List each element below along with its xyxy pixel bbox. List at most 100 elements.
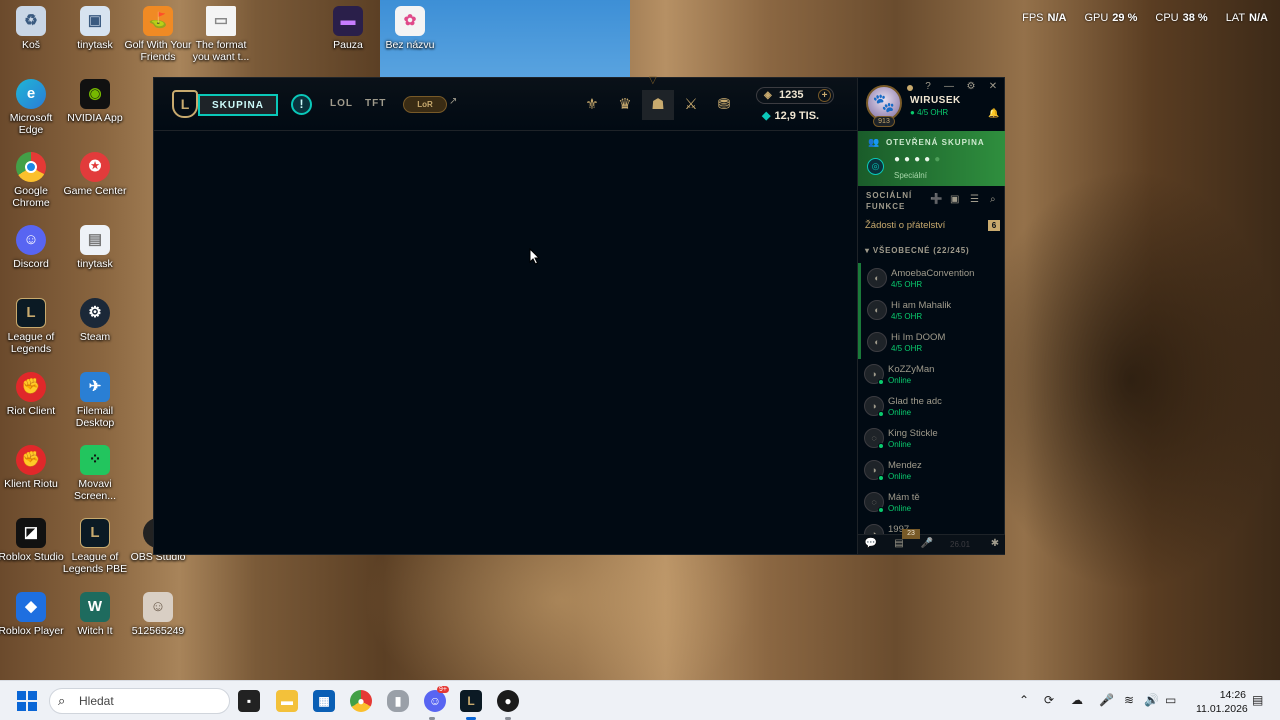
desktop-icon-golf[interactable]: ⛳ Golf With Your Friends [124,6,192,63]
rp-value: 1235 [779,89,804,101]
desktop-icon-lol-pbe[interactable]: L League of Legends PBE [61,518,129,575]
league-logo-icon[interactable]: L [172,90,198,118]
system-clock[interactable]: 14:26 11.01.2026 [1196,688,1248,716]
help-icon[interactable]: ? [922,81,934,92]
witch-it-icon: W [80,592,110,622]
search-placeholder: Hledat [79,694,114,708]
microsoft-store-icon[interactable]: ▦ [313,690,335,712]
desktop-icon-label: League of Legends [7,331,55,355]
online-dot-icon [878,475,884,481]
friend-group-header[interactable]: ▾ VŠEOBECNÉ (22/245) [865,246,970,255]
mouse-app-icon[interactable]: ▮ [387,690,409,712]
buy-rp-button[interactable]: + [818,89,831,102]
desktop-icon-edge[interactable]: e Microsoft Edge [0,79,65,136]
notification-bell-icon[interactable]: 🔔 [988,108,999,119]
friend-status: Online [888,472,912,481]
desktop-icon-pauza[interactable]: ▬ Pauza [314,6,382,51]
volume-icon[interactable]: 🔊 [1144,693,1159,707]
chevron-up-icon[interactable]: ⌃ [1019,693,1029,707]
cloud-icon[interactable]: ☁ [1071,693,1083,707]
messages-icon[interactable]: ▤ [890,538,908,549]
microphone-icon[interactable]: 🎤 [1099,693,1114,707]
desktop-icon-game-center[interactable]: ✪ Game Center [61,152,129,197]
friend-row[interactable]: ◐ Hi am Mahalik 4/5 OHR [858,295,1005,327]
loot-icon[interactable]: ⚔ [675,90,707,120]
desktop-icon-filemail[interactable]: ✈ Filemail Desktop [61,372,129,429]
tinytask-icon: ▣ [80,6,110,36]
notification-icon[interactable]: ▤ [1252,693,1263,707]
image-file-icon: ✿ [395,6,425,36]
desktop-icon-photo[interactable]: ☺ 512565249 [124,592,192,637]
tab-lol[interactable]: LOL [330,98,353,109]
friend-row[interactable]: ◑ Mendez Online [858,455,1005,487]
latency-readout: LAT N/A [1225,12,1268,24]
desktop-icon-movavi[interactable]: ⁘ Movavi Screen... [61,445,129,502]
friend-row[interactable]: ◑ Glad the adc Online [858,391,1005,423]
friend-requests-link[interactable]: Žádosti o přátelství [865,220,945,231]
desktop-icon-roblox-studio[interactable]: ◪ Roblox Studio [0,518,65,563]
obs-taskbar-icon[interactable]: ● [497,690,519,712]
settings-gear-icon[interactable]: ⚙ [965,81,977,92]
close-icon[interactable]: ✕ [987,81,999,92]
bug-report-icon[interactable]: ✱ [986,538,1004,549]
wifi-icon[interactable]: ≋ [1124,693,1134,707]
desktop-icon-tinytask-2[interactable]: ▤ tinytask [61,225,129,270]
minimize-icon[interactable]: — [943,81,955,92]
chat-icon[interactable]: 💬 [862,538,880,549]
store-coins-icon[interactable]: ⛃ [708,90,740,120]
tab-tft[interactable]: TFT [365,98,386,109]
league-taskbar-icon[interactable]: L [460,690,482,712]
desktop-icon-riot-client[interactable]: ✊ Riot Client [0,372,65,417]
desktop-icon-recycle-bin[interactable]: ♻ Koš [0,6,65,51]
collection-icon[interactable]: ☗ [642,90,674,120]
start-windows-icon[interactable] [17,691,37,711]
blue-essence-icon: ◆ [762,110,771,122]
desktop-icon-label: The format you want t... [192,39,250,63]
search-icon[interactable]: ⌕ [990,194,996,205]
online-dot-icon [878,507,884,513]
lor-button[interactable]: LoR [403,96,447,113]
list-view-icon[interactable]: ☰ [970,194,979,205]
desktop-icon-label: tinytask [77,258,113,270]
friend-row[interactable]: ◐ Hi Im DOOM 4/5 OHR [858,327,1005,359]
file-explorer-icon[interactable]: ▬ [276,690,298,712]
desktop-icon-roblox-player[interactable]: ◆ Roblox Player [0,592,65,637]
friend-name: AmoebaConvention [891,268,975,279]
party-button[interactable]: SKUPINA [198,94,278,116]
friend-row[interactable]: ◌ King Stickle Online [858,423,1005,455]
friend-row[interactable]: ◑ 1997 [858,519,1005,534]
taskbar-search[interactable]: ⌕ Hledat [49,688,230,714]
desktop-icon-klient-riotu[interactable]: ✊ Klient Riotu [0,445,65,490]
desktop-icon-nvidia[interactable]: ◉ NVIDIA App [61,79,129,124]
friend-row[interactable]: ◑ KoZZyMan Online [858,359,1005,391]
profile-crest-icon[interactable]: ♛ [609,90,641,120]
add-friend-icon[interactable]: ➕ [930,194,942,205]
desktop-icon-steam[interactable]: ⚙ Steam [61,298,129,343]
lobby-title: OTEVŘENÁ SKUPINA [886,138,985,147]
microphone-icon[interactable]: 🎤 [918,538,936,549]
friend-status: 4/5 OHR [891,312,923,321]
summoner-name[interactable]: WIRUSEK [910,95,961,106]
chrome-taskbar-icon[interactable]: ● [350,690,372,712]
desktop-icon-witch-it[interactable]: W Witch It [61,592,129,637]
desktop-icon-label: Koš [21,39,41,51]
add-folder-icon[interactable]: ▣ [950,194,959,205]
discord-taskbar-icon[interactable]: ☺ [424,690,446,712]
alert-icon[interactable]: ! [291,94,312,115]
desktop-icon-bez-nazvu[interactable]: ✿ Bez názvu [376,6,444,51]
friend-status: Online [888,504,912,513]
task-view-icon[interactable]: ▪ [238,690,260,712]
desktop-icon-league[interactable]: L League of Legends [0,298,65,355]
friend-status: 4/5 OHR [891,344,923,353]
battery-icon[interactable]: ▭ [1165,693,1176,707]
desktop-icon-format-file[interactable]: ▭ The format you want t... [187,6,255,63]
sync-icon[interactable]: ⟳ [1044,693,1054,707]
friend-avatar: ◑ [864,524,884,534]
desktop-icon-tinytask[interactable]: ▣ tinytask [61,6,129,51]
friend-row[interactable]: ◐ AmoebaConvention 4/5 OHR [858,263,1005,295]
friend-row[interactable]: ◌ Mám tě Online [858,487,1005,519]
desktop-icon-discord[interactable]: ☺ Discord [0,225,65,270]
open-party-card[interactable]: 👥 OTEVŘENÁ SKUPINA ◎ ● ● ● ● ● Speciální [858,131,1005,186]
desktop-icon-chrome[interactable]: Google Chrome [0,152,65,209]
home-trophy-icon[interactable]: ⚜ [576,90,608,120]
